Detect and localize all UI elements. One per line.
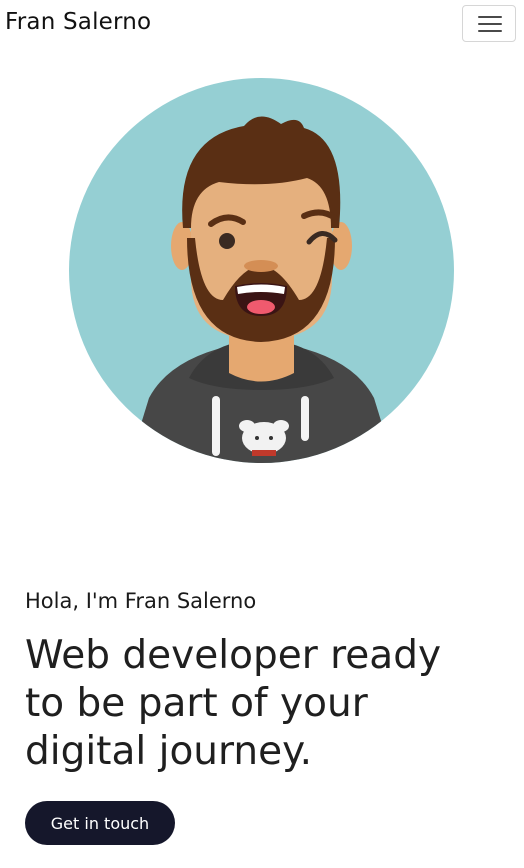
greeting-text: Hola, I'm Fran Salerno	[25, 589, 257, 613]
hero-headline: Web developer ready to be part of your d…	[25, 632, 495, 776]
headline-line: Web developer ready	[25, 633, 442, 678]
avatar-illustration	[69, 78, 454, 463]
avatar	[69, 78, 454, 463]
headline-line: digital journey.	[25, 729, 312, 774]
hamburger-menu-icon	[478, 16, 502, 32]
navbar: Fran Salerno	[0, 0, 524, 48]
brand-link[interactable]: Fran Salerno	[5, 9, 151, 35]
menu-toggle-button[interactable]	[462, 5, 516, 42]
get-in-touch-button[interactable]: Get in touch	[25, 801, 175, 845]
headline-line: to be part of your	[25, 681, 368, 726]
